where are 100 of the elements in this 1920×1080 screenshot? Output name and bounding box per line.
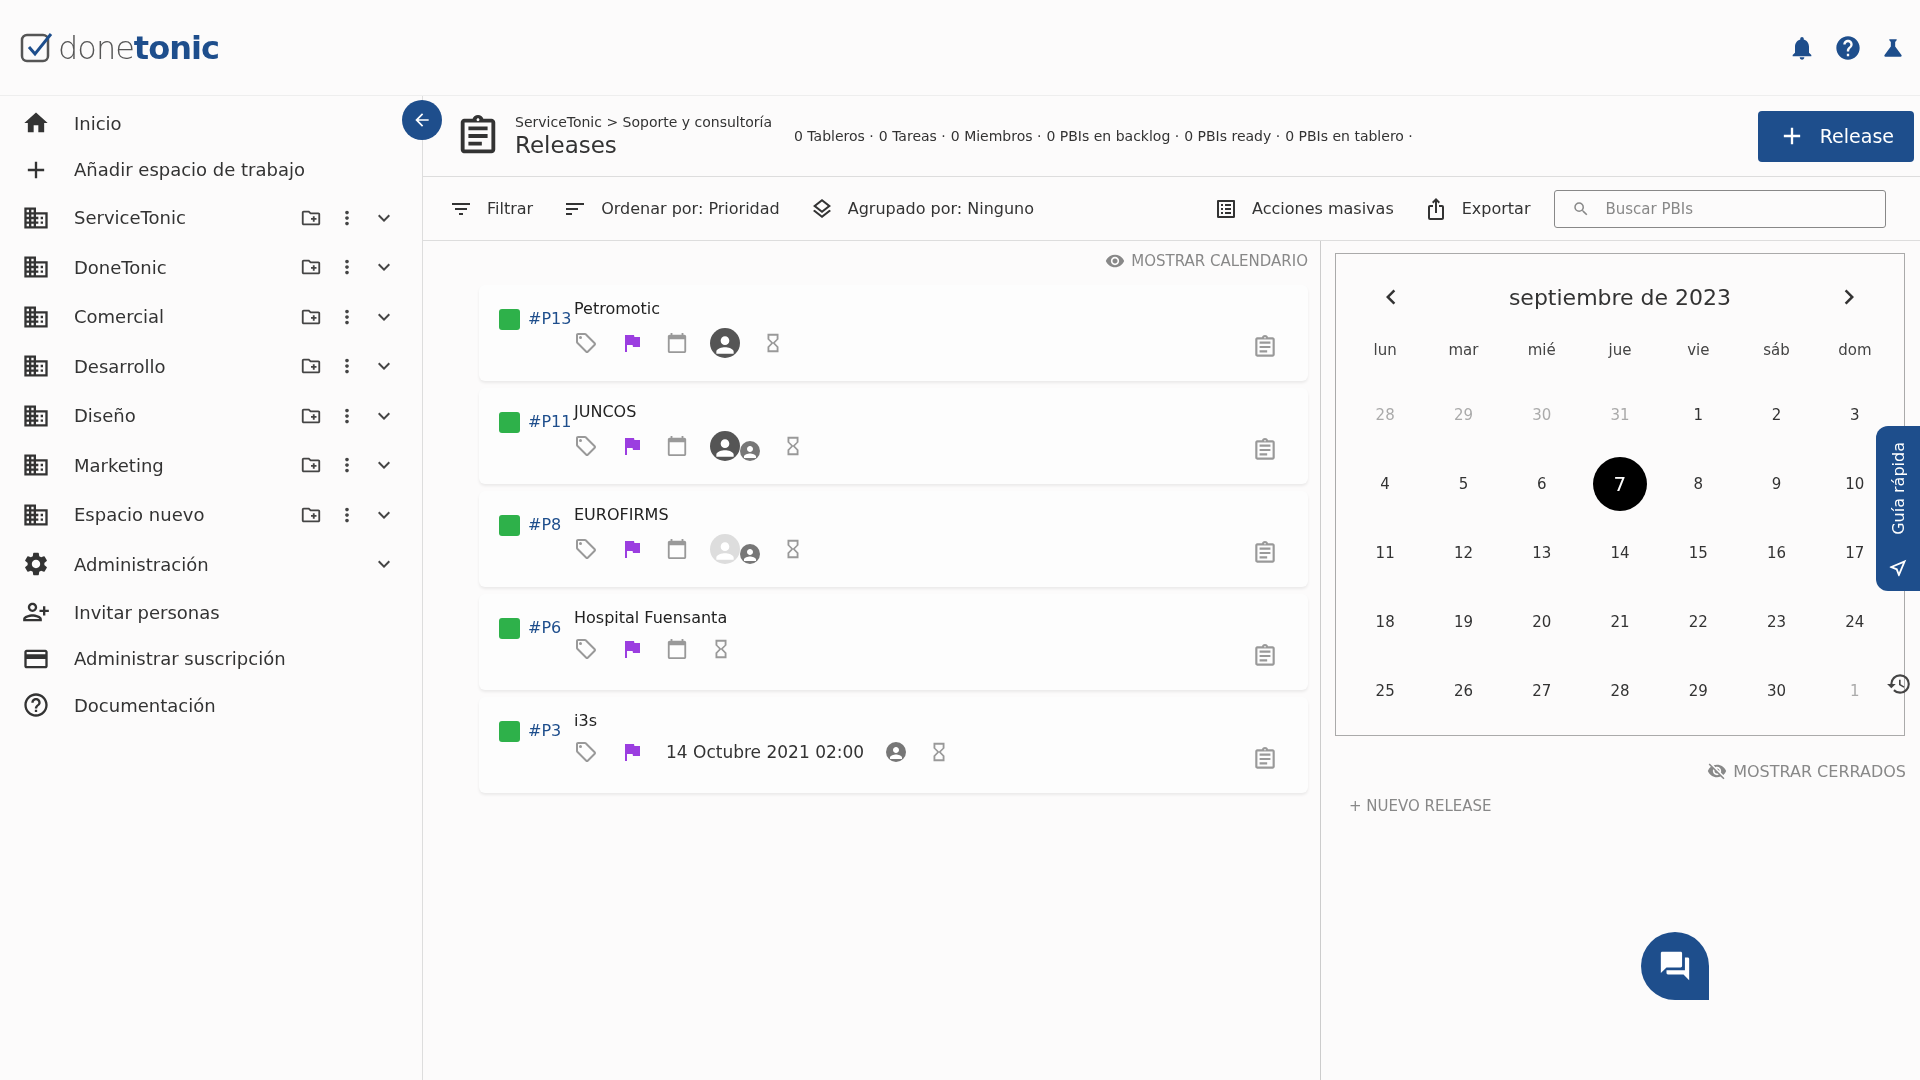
calendar-day[interactable]: 23: [1757, 602, 1796, 641]
sidebar-item[interactable]: Inicio: [74, 112, 396, 134]
calendar-day[interactable]: 14: [1601, 533, 1639, 572]
sidebar-item[interactable]: Desarrollo: [74, 355, 300, 377]
calendar-day[interactable]: 26: [1444, 671, 1483, 710]
weekday-label: vie: [1686, 340, 1711, 361]
weekday-label: mié: [1526, 340, 1557, 361]
calendar-day[interactable]: 8: [1679, 464, 1718, 503]
history-icon[interactable]: [1886, 671, 1912, 697]
tag-icon[interactable]: [574, 434, 598, 458]
eye-off-icon: [1707, 761, 1728, 781]
calendar-day[interactable]: 12: [1444, 533, 1483, 572]
calendar-icon[interactable]: [666, 435, 688, 457]
sidebar-item[interactable]: Invitar personas: [74, 601, 396, 623]
calendar-day[interactable]: 17: [1835, 533, 1874, 572]
clipboard-icon[interactable]: [1252, 540, 1278, 566]
calendar-day[interactable]: 27: [1522, 671, 1561, 710]
release-id[interactable]: #P13: [528, 309, 574, 381]
sidebar-item[interactable]: Administración: [74, 553, 372, 575]
calendar-day[interactable]: 21: [1601, 602, 1639, 641]
stat-count: 0 PBIs ready ·: [1184, 128, 1281, 144]
release-card[interactable]: #P11 JUNCOS: [479, 388, 1308, 484]
calendar-day[interactable]: 28: [1601, 671, 1639, 710]
sidebar-item[interactable]: Marketing: [74, 454, 300, 476]
clipboard-icon[interactable]: [1252, 643, 1278, 669]
release-card[interactable]: #P8 EUROFIRMS: [479, 491, 1308, 587]
filter-button[interactable]: Filtrar: [443, 196, 540, 221]
sidebar-item[interactable]: Comercial: [74, 306, 300, 328]
calendar-day[interactable]: 2: [1757, 395, 1796, 434]
weekday-label: jue: [1607, 340, 1633, 361]
sidebar-item[interactable]: Añadir espacio de trabajo: [74, 159, 396, 181]
calendar-day[interactable]: 9: [1757, 464, 1796, 503]
sidebar-item[interactable]: Administrar suscripción: [74, 648, 396, 670]
sidebar-item[interactable]: DoneTonic: [74, 256, 300, 278]
weekday-label: lun: [1372, 340, 1398, 361]
calendar-day[interactable]: 3: [1835, 395, 1874, 434]
calendar-day[interactable]: 15: [1679, 533, 1718, 572]
avatar-icon: [886, 742, 907, 762]
clipboard-icon[interactable]: [1252, 437, 1278, 463]
release-name: JUNCOS: [574, 402, 638, 421]
release-name: i3s: [574, 711, 598, 730]
calendar-day[interactable]: 20: [1522, 602, 1561, 641]
release-name: Petromotic: [574, 299, 662, 318]
tag-icon[interactable]: [574, 740, 598, 764]
calendar-icon[interactable]: [666, 332, 688, 354]
sidebar-item[interactable]: ServiceTonic: [74, 207, 300, 229]
logo: donetonic: [20, 28, 219, 67]
clipboard-icon[interactable]: [1252, 334, 1278, 360]
calendar-icon[interactable]: [666, 538, 688, 560]
collapse-sidebar-button[interactable]: [402, 100, 442, 140]
release-id[interactable]: #P6: [528, 618, 574, 690]
tag-icon[interactable]: [574, 331, 598, 355]
calendar-day[interactable]: 25: [1366, 671, 1405, 710]
stat-count: 0 PBIs en backlog ·: [1046, 128, 1180, 144]
release-id[interactable]: #P3: [528, 721, 574, 793]
calendar-day[interactable]: 7: [1593, 456, 1647, 511]
calendar-day[interactable]: 10: [1835, 464, 1874, 503]
stat-count: 0 PBIs en tablero ·: [1285, 128, 1413, 144]
release-card[interactable]: #P3 i3s 14 Octubre 2021 02:00: [479, 697, 1308, 793]
calendar-day[interactable]: 30: [1757, 671, 1796, 710]
clipboard-icon[interactable]: [1252, 746, 1278, 772]
calendar-day[interactable]: 1: [1679, 395, 1718, 434]
release-id[interactable]: #P11: [528, 412, 574, 484]
tag-icon[interactable]: [574, 537, 598, 561]
release-card[interactable]: #P6 Hospital Fuensanta: [479, 594, 1308, 690]
release-name: EUROFIRMS: [574, 505, 670, 524]
release-card[interactable]: #P13 Petromotic: [479, 285, 1308, 381]
calendar-month: septiembre de 2023: [1508, 284, 1732, 310]
sort-button[interactable]: Ordenar por: Prioridad: [557, 196, 786, 221]
release-name: Hospital Fuensanta: [574, 608, 729, 627]
calendar-day[interactable]: 29: [1679, 671, 1718, 710]
calendar-day[interactable]: 16: [1757, 533, 1796, 572]
sidebar-item[interactable]: Diseño: [74, 405, 300, 427]
add-release-button[interactable]: Release: [1757, 110, 1914, 162]
calendar-day[interactable]: 4: [1366, 464, 1405, 503]
search-field[interactable]: Buscar PBIs: [1554, 189, 1887, 228]
help-icon[interactable]: [1834, 33, 1862, 62]
stat-count: 0 Tableros ·: [794, 128, 874, 144]
tag-icon[interactable]: [574, 637, 598, 661]
sidebar-item[interactable]: Espacio nuevo: [74, 504, 300, 526]
navigation-arrow-icon: [1887, 557, 1909, 579]
export-button[interactable]: Exportar: [1417, 196, 1537, 221]
logo-check-icon: [20, 30, 54, 65]
calendar-day[interactable]: 22: [1679, 602, 1718, 641]
calendar-day[interactable]: 6: [1522, 464, 1561, 503]
sidebar-item[interactable]: Documentación: [74, 694, 396, 716]
calendar-day[interactable]: 19: [1444, 602, 1483, 641]
calendar-day[interactable]: 24: [1835, 602, 1874, 641]
quick-guide-tab[interactable]: Guía rápida: [1876, 426, 1920, 591]
calendar-day[interactable]: 5: [1444, 464, 1483, 503]
calendar-day[interactable]: 11: [1366, 533, 1405, 572]
avatar-icon: [710, 328, 740, 358]
release-id[interactable]: #P8: [528, 515, 574, 587]
stat-count: 0 Tareas ·: [878, 128, 946, 144]
group-button[interactable]: Agrupado por: Ninguno: [803, 196, 1041, 221]
calendar-day[interactable]: 13: [1522, 533, 1561, 572]
calendar-day[interactable]: 18: [1366, 602, 1405, 641]
calendar-icon[interactable]: [666, 638, 688, 660]
bulk-actions-button[interactable]: Acciones masivas: [1208, 196, 1400, 221]
weekday-label: mar: [1447, 340, 1480, 361]
